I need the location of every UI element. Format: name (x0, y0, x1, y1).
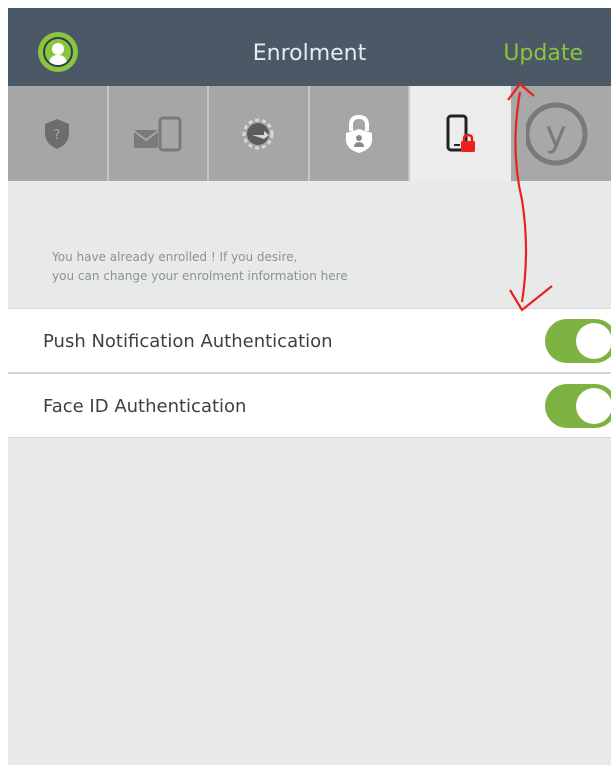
tab-lock-user[interactable] (309, 86, 411, 181)
svg-text:y: y (545, 114, 566, 155)
toggle-knob (576, 323, 611, 359)
enrolled-message-line1: You have already enrolled ! If you desir… (52, 250, 298, 264)
profile-button[interactable] (38, 32, 78, 72)
push-notification-toggle[interactable] (545, 319, 611, 363)
toggle-knob (576, 388, 611, 424)
devices-icon (133, 116, 182, 151)
lock-user-icon (345, 114, 372, 153)
tab-key-sync[interactable] (209, 86, 310, 181)
face-id-toggle[interactable] (545, 384, 611, 428)
enrolled-message: You have already enrolled ! If you desir… (52, 248, 472, 286)
tab-security-question[interactable]: ? (8, 86, 109, 181)
tab-phone-lock[interactable] (410, 86, 511, 181)
enrolment-tabs: ? y (8, 86, 611, 181)
enrolled-message-line2: you can change your enrolment informatio… (52, 269, 348, 283)
enrolment-screen: Enrolment Update ? y You have already en… (8, 8, 611, 765)
update-button[interactable]: Update (503, 8, 583, 86)
phone-lock-icon (446, 114, 476, 152)
key-sync-icon (242, 118, 274, 149)
tab-y-logo[interactable]: y (510, 86, 611, 181)
y-logo-icon: y (525, 102, 588, 165)
face-id-label: Face ID Authentication (43, 396, 247, 417)
push-notification-row: Push Notification Authentication (8, 308, 611, 373)
user-avatar-icon (43, 37, 73, 67)
shield-question-icon: ? (45, 118, 70, 149)
face-id-row: Face ID Authentication (8, 373, 611, 438)
tab-devices[interactable] (108, 86, 210, 181)
top-bar: Enrolment Update (8, 8, 611, 86)
push-notification-label: Push Notification Authentication (43, 331, 333, 352)
svg-text:?: ? (54, 128, 61, 143)
